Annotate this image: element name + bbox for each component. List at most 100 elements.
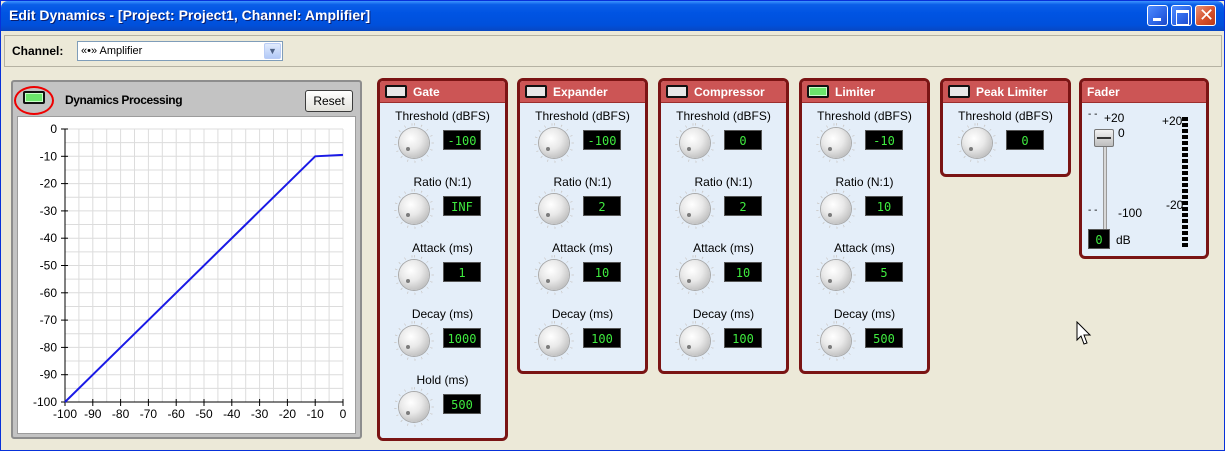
x-tick-label: -40: [223, 407, 241, 421]
y-tick-label: -50: [40, 259, 58, 273]
x-tick-label: 0: [340, 407, 347, 421]
expander-ratio-knob[interactable]: [539, 194, 569, 224]
close-button[interactable]: ✕: [1195, 5, 1216, 26]
limiter-ratio-knob[interactable]: [821, 194, 851, 224]
limiter-threshold-knob[interactable]: [821, 128, 851, 158]
y-tick-label: -30: [40, 204, 58, 218]
gate-attack-value[interactable]: 1: [443, 262, 481, 282]
expander-attack-knob[interactable]: [539, 260, 569, 290]
y-tick-label: -40: [40, 231, 58, 245]
compressor-attack-value[interactable]: 10: [724, 262, 762, 282]
limiter-decay-knob[interactable]: [821, 326, 851, 356]
limiter-attack-value[interactable]: 5: [865, 262, 903, 282]
compressor-attack-knob[interactable]: [680, 260, 710, 290]
highlight-circle: [14, 86, 54, 115]
gate-panel: Gate Threshold (dBFS) -100 Ratio (N:1) INF At…: [377, 78, 508, 441]
dynamics-processing-panel: Dynamics Processing Reset 0 -10 -20 -30 -40-…: [11, 80, 362, 439]
gate-threshold-knob[interactable]: [399, 128, 429, 158]
gate-decay-label: Decay (ms): [411, 307, 474, 321]
gate-threshold-value[interactable]: -100: [443, 130, 481, 150]
limiter-header: Limiter: [802, 81, 927, 103]
compressor-ratio-value[interactable]: 2: [724, 196, 762, 216]
limiter-ratio-value[interactable]: 10: [865, 196, 903, 216]
fader-scale-zero: 0: [1118, 126, 1125, 140]
gate-attack-label: Attack (ms): [412, 241, 473, 255]
expander-decay-label: Decay (ms): [551, 307, 614, 321]
gate-enable-led[interactable]: [385, 85, 407, 98]
expander-panel: Expander Threshold (dBFS) -100 Ratio (N:1) 2…: [517, 78, 648, 374]
y-tick-label: -10: [40, 149, 58, 163]
expander-threshold-value[interactable]: -100: [583, 130, 621, 150]
title-bar[interactable]: Edit Dynamics - [Project: Project1, Chan…: [1, 1, 1224, 31]
compressor-threshold-value[interactable]: 0: [724, 130, 762, 150]
expander-title: Expander: [553, 85, 608, 99]
expander-decay-knob[interactable]: [539, 326, 569, 356]
fader-thumb[interactable]: [1094, 129, 1114, 147]
y-tick-label: -60: [40, 286, 58, 300]
y-tick-label: -20: [40, 177, 58, 191]
gate-threshold-label: Threshold (dBFS): [395, 109, 490, 123]
gate-header: Gate: [380, 81, 505, 103]
compressor-title: Compressor: [694, 85, 765, 99]
chevron-down-icon[interactable]: ▼: [264, 43, 281, 59]
peak-limiter-threshold-value[interactable]: 0: [1006, 130, 1044, 150]
compressor-decay-value[interactable]: 100: [724, 328, 762, 348]
expander-ratio-label: Ratio (N:1): [553, 175, 612, 189]
expander-decay-value[interactable]: 100: [583, 328, 621, 348]
peak-limiter-threshold-knob[interactable]: [962, 128, 992, 158]
fader-tick-mark-bottom: - -: [1088, 205, 1098, 216]
compressor-decay-knob[interactable]: [680, 326, 710, 356]
fader-tick-mark: - -: [1088, 109, 1098, 120]
peak-limiter-threshold-label: Threshold (dBFS): [958, 109, 1053, 123]
gate-decay-knob[interactable]: [399, 326, 429, 356]
gate-hold-value[interactable]: 500: [443, 394, 481, 414]
y-tick-label: -70: [40, 313, 58, 327]
channel-selected-value: «•» Amplifier: [81, 45, 143, 57]
gate-attack-knob[interactable]: [399, 260, 429, 290]
y-tick-label: -80: [40, 340, 58, 354]
limiter-decay-value[interactable]: 500: [865, 328, 903, 348]
fader-value-display[interactable]: 0: [1088, 229, 1110, 249]
gate-ratio-knob[interactable]: [399, 194, 429, 224]
reset-button[interactable]: Reset: [305, 90, 353, 112]
limiter-ratio-label: Ratio (N:1): [835, 175, 894, 189]
compressor-threshold-knob[interactable]: [680, 128, 710, 158]
limiter-decay-label: Decay (ms): [833, 307, 896, 321]
compressor-enable-led[interactable]: [666, 85, 688, 98]
channel-toolbar: Channel: «•» Amplifier ▼: [4, 35, 1222, 67]
compressor-attack-label: Attack (ms): [693, 241, 754, 255]
x-tick-label: -50: [195, 407, 213, 421]
fader-scale-top: +20: [1104, 111, 1125, 125]
expander-attack-value[interactable]: 10: [583, 262, 621, 282]
gate-ratio-value[interactable]: INF: [443, 196, 481, 216]
x-tick-label: -70: [140, 407, 158, 421]
compressor-ratio-label: Ratio (N:1): [694, 175, 753, 189]
gate-decay-value[interactable]: 1000: [443, 328, 481, 348]
peak-limiter-header: Peak Limiter: [943, 81, 1068, 103]
channel-label: Channel:: [12, 44, 64, 58]
limiter-enable-led[interactable]: [807, 85, 829, 98]
fader-title: Fader: [1087, 85, 1120, 99]
gate-hold-label: Hold (ms): [416, 373, 469, 387]
limiter-attack-knob[interactable]: [821, 260, 851, 290]
x-tick-label: -100: [53, 407, 77, 421]
x-tick-label: -60: [168, 407, 186, 421]
limiter-threshold-value[interactable]: -10: [865, 130, 903, 150]
expander-threshold-knob[interactable]: [539, 128, 569, 158]
compressor-ratio-knob[interactable]: [680, 194, 710, 224]
expander-enable-led[interactable]: [525, 85, 547, 98]
compressor-header: Compressor: [661, 81, 786, 103]
peak-limiter-enable-led[interactable]: [948, 85, 970, 98]
expander-ratio-value[interactable]: 2: [583, 196, 621, 216]
maximize-button[interactable]: [1171, 5, 1192, 26]
window-title: Edit Dynamics - [Project: Project1, Chan…: [9, 7, 371, 23]
peak-limiter-title: Peak Limiter: [976, 85, 1048, 99]
fader-panel: Fader +20 - - 0 -100 - - +20 -20 0 dB: [1079, 78, 1209, 259]
channel-dropdown[interactable]: «•» Amplifier ▼: [77, 41, 283, 61]
gate-hold-knob[interactable]: [399, 392, 429, 422]
transfer-curve-graph: 0 -10 -20 -30 -40 -50 -60 -70 -80 -90 -100 -100 -90-…: [17, 116, 356, 434]
limiter-title: Limiter: [835, 85, 876, 99]
x-tick-label: -10: [307, 407, 325, 421]
minimize-button[interactable]: [1147, 5, 1168, 26]
peak-limiter-panel: Peak Limiter Threshold (dBFS) 0: [940, 78, 1071, 177]
